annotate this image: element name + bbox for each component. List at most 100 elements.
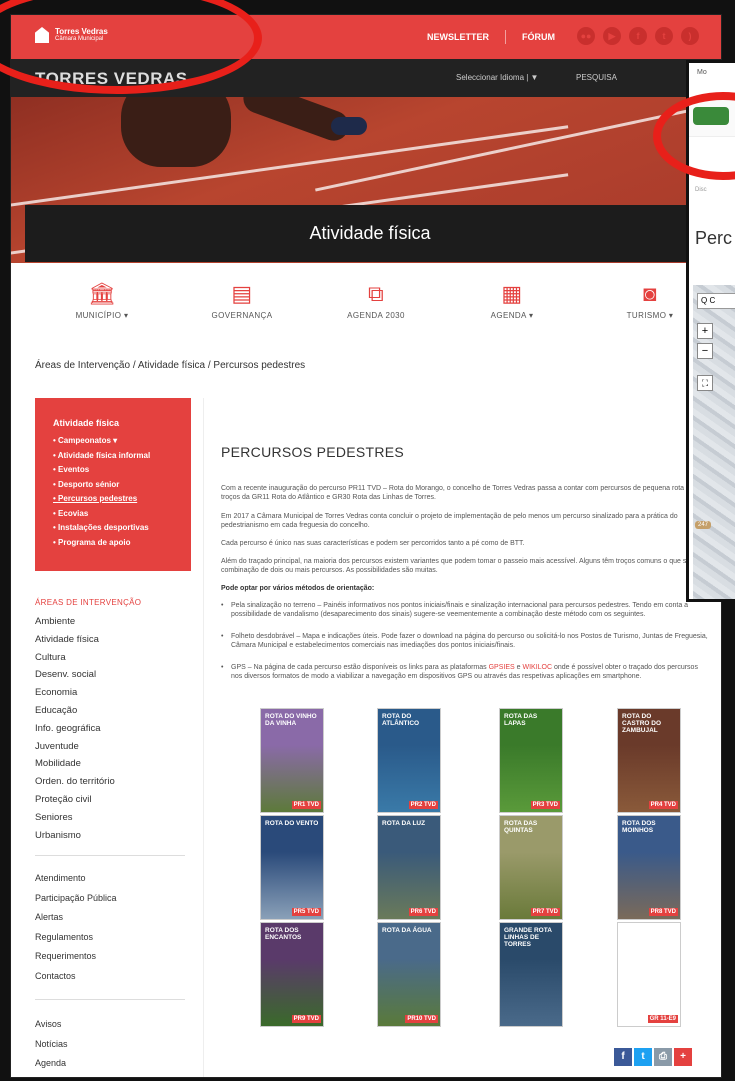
route-cover[interactable]: GRANDE ROTA LINHAS DE TORRES	[499, 922, 563, 1027]
bullet-item: Pela sinalização no terreno – Painéis in…	[221, 601, 711, 619]
zoom-out-button[interactable]: −	[697, 343, 713, 359]
social-links: ●● ▶ f t )	[577, 27, 699, 45]
area-item[interactable]: Ambiente	[35, 613, 195, 631]
cover-title: ROTA DAS LAPAS	[504, 713, 538, 727]
link-contactos[interactable]: Contactos	[35, 967, 117, 987]
twitter-icon[interactable]: t	[655, 27, 673, 45]
area-item[interactable]: Proteção civil	[35, 791, 195, 809]
cover-tag: GR 11-E9	[647, 1015, 678, 1023]
cover-title: ROTA DOS MOINHOS	[622, 820, 656, 834]
facebook-share-icon[interactable]: f	[614, 1048, 632, 1066]
overlay-breadcrumb[interactable]: Disc	[695, 187, 707, 193]
search-link[interactable]: PESQUISA	[576, 73, 617, 82]
link-atendimento[interactable]: Atendimento	[35, 869, 117, 889]
area-item[interactable]: Info. geográfica	[35, 720, 195, 738]
section-menu: Atividade física Campeonatos ▾ Atividade…	[35, 398, 191, 571]
plus-share-icon[interactable]: +	[674, 1048, 692, 1066]
paragraph: Em 2017 a Câmara Municipal de Torres Ved…	[221, 513, 678, 529]
overlay-tab[interactable]: Mo	[697, 69, 707, 76]
bullet-item: Folheto desdobrável – Mapa e indicações …	[221, 632, 711, 650]
area-item[interactable]: Cultura	[35, 649, 195, 667]
target-2030-icon: ⧉	[367, 281, 385, 306]
area-item[interactable]: Orden. do território	[35, 773, 195, 791]
area-item[interactable]: Educação	[35, 702, 195, 720]
map-search-input[interactable]: Q C	[697, 293, 735, 309]
content-title: PERCURSOS PEDESTRES	[221, 444, 405, 460]
gpsies-link[interactable]: GPSIES	[489, 664, 515, 671]
area-item[interactable]: Juventude	[35, 738, 195, 756]
nav-label: GOVERNANÇA	[211, 311, 273, 320]
cover-tag: PR10 TVD	[405, 1015, 438, 1023]
route-cover[interactable]: ROTA DO CASTRO DO ZAMBUJAL PR4 TVD	[617, 708, 681, 813]
route-cover[interactable]: ROTA DA LUZ PR6 TVD	[377, 815, 441, 920]
route-cover[interactable]: ROTA DOS MOINHOS PR8 TVD	[617, 815, 681, 920]
link-agenda[interactable]: Agenda	[35, 1054, 68, 1074]
route-cover[interactable]: ROTA DO VENTO PR5 TVD	[260, 815, 324, 920]
cover-tag: PR1 TVD	[291, 801, 321, 809]
screenshot-canvas: Torres Vedras Câmara Municipal NEWSLETTE…	[0, 0, 735, 1081]
newsletter-link[interactable]: NEWSLETTER	[411, 30, 506, 44]
nav-governanca[interactable]: ▤ GOVERNANÇA	[187, 277, 297, 320]
cover-tag: PR8 TVD	[648, 908, 678, 916]
route-cover[interactable]: ROTA DAS LAPAS PR3 TVD	[499, 708, 563, 813]
menu-item-eventos[interactable]: Eventos	[53, 463, 173, 478]
menu-item-percursos[interactable]: Percursos pedestres	[53, 492, 173, 507]
breadcrumb[interactable]: Áreas de Intervenção / Atividade física …	[35, 360, 305, 371]
area-item[interactable]: Atividade física	[35, 631, 195, 649]
route-cover[interactable]: ROTA DO VINHO DA VINHA PR1 TVD	[260, 708, 324, 813]
fullscreen-icon[interactable]: ⛶	[697, 375, 713, 391]
route-cover[interactable]: ROTA DAS QUINTAS PR7 TVD	[499, 815, 563, 920]
menu-item-instalacoes[interactable]: Instalações desportivas	[53, 521, 173, 536]
menu-item-senior[interactable]: Desporto sénior	[53, 478, 173, 493]
link-alertas[interactable]: Alertas	[35, 908, 117, 928]
cover-tag: PR3 TVD	[530, 801, 560, 809]
forum-link[interactable]: FÓRUM	[506, 30, 571, 44]
wikiloc-link[interactable]: WIKILOC	[522, 664, 552, 671]
menu-item-ecovias[interactable]: Ecovias	[53, 507, 173, 522]
paragraph: Além do traçado principal, na maioria do…	[221, 558, 720, 574]
nav-municipio[interactable]: 🏛 MUNICÍPIO ▾	[47, 277, 157, 320]
area-item[interactable]: Seniores	[35, 809, 195, 827]
link-regulamentos[interactable]: Regulamentos	[35, 928, 117, 948]
area-item[interactable]: Desenv. social	[35, 666, 195, 684]
print-icon[interactable]: ⎙	[654, 1048, 672, 1066]
area-item[interactable]: Urbanismo	[35, 827, 195, 845]
cover-title: ROTA DO VENTO	[265, 820, 319, 827]
news-links: Avisos Notícias Agenda	[35, 1015, 68, 1074]
route-cover[interactable]: GR 11-E9	[617, 922, 681, 1027]
route-cover[interactable]: ROTA DO ATLÂNTICO PR2 TVD	[377, 708, 441, 813]
nav-label: TURISMO ▾	[626, 311, 674, 320]
cover-title: ROTA DO CASTRO DO ZAMBUJAL	[622, 713, 661, 734]
menu-item-informal[interactable]: Atividade física informal	[53, 449, 173, 464]
cover-title: ROTA DA LUZ	[382, 820, 426, 827]
link-requerimentos[interactable]: Requerimentos	[35, 947, 117, 967]
menu-item-programa[interactable]: Programa de apoio	[53, 536, 173, 551]
cover-title: ROTA DOS ENCANTOS	[265, 927, 302, 941]
area-item[interactable]: Economia	[35, 684, 195, 702]
link-avisos[interactable]: Avisos	[35, 1015, 68, 1035]
browser-page: Torres Vedras Câmara Municipal NEWSLETTE…	[10, 14, 722, 1078]
facebook-icon[interactable]: f	[629, 27, 647, 45]
zoom-in-button[interactable]: +	[697, 323, 713, 339]
menu-item-campeonatos[interactable]: Campeonatos ▾	[53, 434, 173, 449]
twitter-share-icon[interactable]: t	[634, 1048, 652, 1066]
cover-title: ROTA DAS QUINTAS	[504, 820, 538, 834]
language-select[interactable]: Seleccionar Idioma | ▼	[456, 73, 538, 82]
area-item[interactable]: Mobilidade	[35, 755, 195, 773]
link-participacao[interactable]: Participação Pública	[35, 889, 117, 909]
cover-tag: PR9 TVD	[291, 1015, 321, 1023]
flickr-icon[interactable]: ●●	[577, 27, 595, 45]
section-menu-title[interactable]: Atividade física	[53, 418, 173, 428]
cover-title: ROTA DA ÁGUA	[382, 927, 432, 934]
nav-agenda-2030[interactable]: ⧉ AGENDA 2030	[321, 277, 431, 320]
cover-title: GRANDE ROTA LINHAS DE TORRES	[504, 927, 552, 948]
calendar-icon: ▦	[501, 281, 523, 306]
youtube-icon[interactable]: ▶	[603, 27, 621, 45]
rss-icon[interactable]: )	[681, 27, 699, 45]
share-bar: f t ⎙ +	[614, 1048, 692, 1066]
nav-agenda[interactable]: ▦ AGENDA ▾	[457, 277, 567, 320]
route-cover[interactable]: ROTA DA ÁGUA PR10 TVD	[377, 922, 441, 1027]
link-noticias[interactable]: Notícias	[35, 1035, 68, 1055]
divider	[35, 999, 185, 1000]
route-cover[interactable]: ROTA DOS ENCANTOS PR9 TVD	[260, 922, 324, 1027]
